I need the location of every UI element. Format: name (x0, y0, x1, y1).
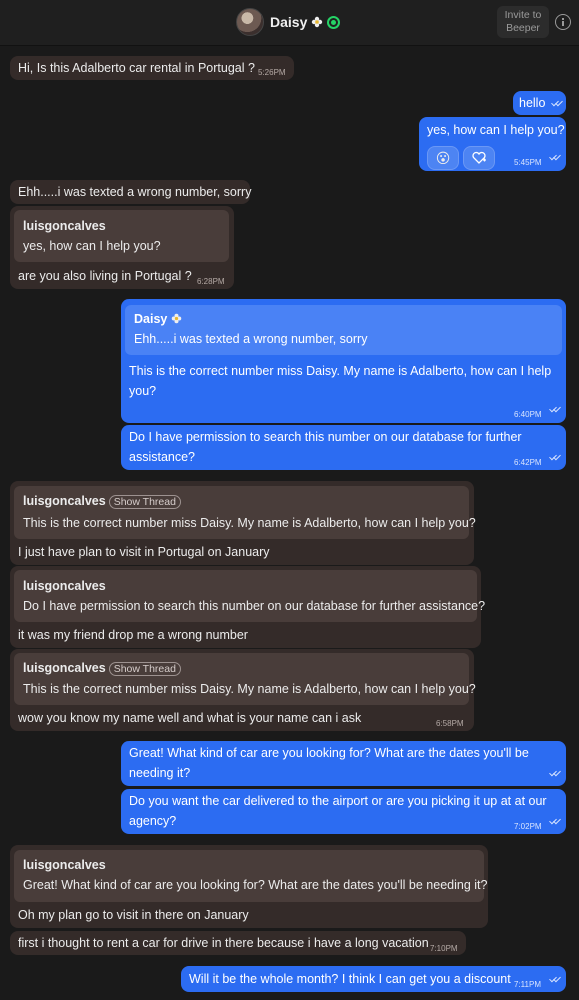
message-text: Will it be the whole month? I think I ca… (189, 972, 511, 986)
show-thread-button[interactable]: Show Thread (108, 495, 181, 509)
message-time: 6:58PM (436, 719, 464, 728)
quote-text: yes, how can I help you? (23, 239, 161, 253)
quote-text: Do I have permission to search this numb… (23, 599, 486, 613)
message-time: 7:10PM (430, 944, 458, 953)
quote-text: This is the correct number miss Daisy. M… (23, 516, 476, 530)
double-check-icon (550, 770, 560, 776)
message-incoming[interactable]: luisgoncalves yes, how can I help you? a… (10, 206, 234, 289)
flower-icon (312, 16, 323, 28)
message-text-line: Do I have permission to search this numb… (129, 430, 522, 444)
message-text: Oh my plan go to visit in there on Janua… (18, 908, 249, 922)
quote-author: luisgoncalves (23, 579, 106, 593)
message-incoming[interactable]: luisgoncalves Do I have permission to se… (10, 566, 485, 648)
double-check-icon (550, 818, 560, 824)
message-text: it was my friend drop me a wrong number (18, 628, 248, 642)
heart-plus-icon (472, 151, 486, 164)
message-text-line: This is the correct number miss Daisy. M… (129, 364, 552, 378)
message-time: 6:42PM (514, 458, 542, 467)
message-time: 6:40PM (514, 410, 542, 419)
message-outgoing[interactable]: Do you want the car delivered to the air… (121, 789, 566, 834)
message-text: yes, how can I help you? (427, 123, 565, 137)
message-text-line: agency? (129, 814, 177, 828)
contact-info[interactable]: Daisy (236, 8, 341, 36)
message-text-line: Great! What kind of car are you looking … (129, 746, 529, 760)
contact-name: Daisy (270, 14, 308, 30)
message-incoming[interactable]: Ehh.....i was texted a wrong number, sor… (10, 180, 252, 204)
quote-text: Great! What kind of car are you looking … (23, 878, 488, 892)
reply-quote[interactable]: Daisy Ehh.....i was texted a wrong numbe… (125, 305, 562, 355)
message-time: 5:45PM (514, 158, 542, 167)
message-text-line: assistance? (129, 450, 196, 464)
quote-text: This is the correct number miss Daisy. M… (23, 682, 476, 696)
quote-author: luisgoncalves Show Thread (23, 491, 181, 511)
message-time: 7:11PM (514, 980, 541, 989)
double-check-icon (550, 406, 560, 412)
message-text-line: you? (129, 384, 157, 398)
message-text: first i thought to rent a car for drive … (18, 936, 429, 950)
message-outgoing[interactable]: Do I have permission to search this numb… (121, 425, 566, 470)
quote-author-name: luisgoncalves (23, 494, 106, 508)
reply-quote[interactable]: luisgoncalves Do I have permission to se… (14, 570, 485, 622)
double-check-icon (550, 976, 560, 982)
avatar[interactable] (236, 8, 264, 36)
quote-author-name: luisgoncalves (23, 661, 106, 675)
message-incoming[interactable]: first i thought to rent a car for drive … (10, 931, 466, 955)
quote-author: luisgoncalves (23, 219, 106, 233)
info-icon[interactable] (555, 14, 571, 30)
message-outgoing[interactable]: Will it be the whole month? I think I ca… (181, 966, 566, 992)
quote-author: luisgoncalves Show Thread (23, 658, 181, 678)
message-incoming[interactable]: luisgoncalves Great! What kind of car ar… (10, 845, 488, 928)
quote-text: Ehh.....i was texted a wrong number, sor… (134, 332, 368, 346)
message-text: Ehh.....i was texted a wrong number, sor… (18, 185, 252, 199)
add-reaction-button[interactable] (463, 146, 495, 170)
reply-quote[interactable]: luisgoncalves Great! What kind of car ar… (14, 850, 488, 902)
message-outgoing[interactable]: Daisy Ehh.....i was texted a wrong numbe… (121, 299, 566, 423)
double-check-icon (552, 100, 562, 106)
message-text: wow you know my name well and what is yo… (18, 711, 362, 725)
whatsapp-icon (327, 15, 341, 29)
double-check-icon (550, 154, 560, 160)
quote-author-name: Daisy (134, 312, 168, 326)
show-thread-button[interactable]: Show Thread (108, 662, 181, 676)
message-time: 5:26PM (258, 68, 286, 77)
quote-author: luisgoncalves (23, 858, 106, 872)
invite-to-beeper-button[interactable]: Invite to Beeper (497, 6, 549, 38)
message-text: are you also living in Portugal ? (18, 269, 192, 283)
message-time: 6:28PM (197, 277, 225, 286)
message-text: I just have plan to visit in Portugal on… (18, 545, 270, 559)
message-text: Hi, Is this Adalberto car rental in Port… (18, 61, 255, 75)
message-outgoing[interactable]: hello (513, 91, 566, 115)
reply-quote[interactable]: luisgoncalves Show Thread This is the cor… (14, 653, 476, 705)
double-check-icon (550, 454, 560, 460)
quote-author: Daisy (134, 309, 182, 329)
message-incoming[interactable]: luisgoncalves Show Thread This is the cor… (10, 649, 476, 731)
reply-quote[interactable]: luisgoncalves Show Thread This is the cor… (14, 486, 476, 539)
message-incoming[interactable]: luisgoncalves Show Thread This is the cor… (10, 481, 476, 565)
message-text-line: Do you want the car delivered to the air… (129, 794, 547, 808)
flower-icon (171, 313, 182, 324)
reaction-surprised[interactable]: 😮 (427, 146, 459, 170)
reply-quote[interactable]: luisgoncalves yes, how can I help you? (14, 210, 229, 262)
message-outgoing[interactable]: Great! What kind of car are you looking … (121, 741, 566, 786)
message-incoming[interactable]: Hi, Is this Adalberto car rental in Port… (10, 56, 294, 80)
message-text-line: needing it? (129, 766, 191, 780)
message-text: hello (519, 96, 546, 110)
chat-header: Daisy Invite to Beeper (0, 0, 579, 46)
message-time: 7:02PM (514, 822, 542, 831)
